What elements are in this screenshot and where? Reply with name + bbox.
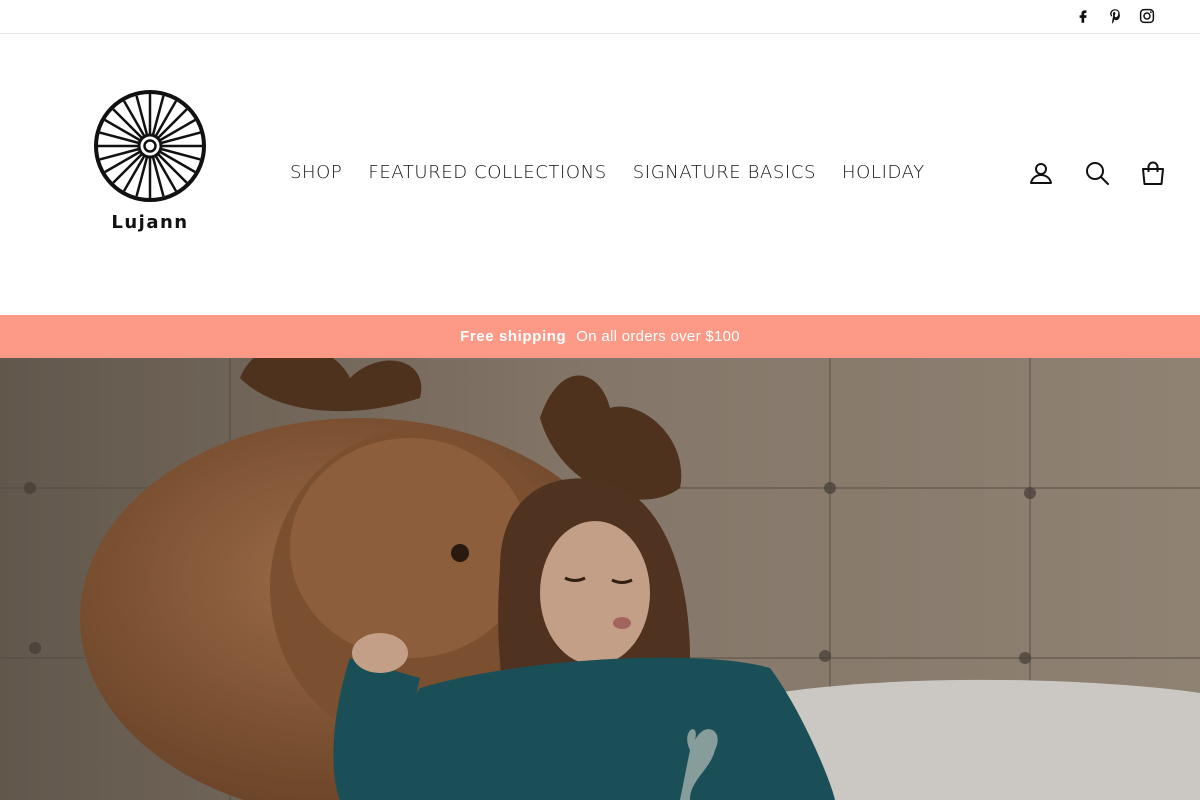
wheel-logo-icon xyxy=(94,90,206,202)
logo-spoke xyxy=(99,131,139,145)
social-bar xyxy=(0,0,1200,34)
site-header: Lujann SHOP FEATURED COLLECTIONS SIGNATU… xyxy=(0,34,1200,315)
announcement-title: Free shipping xyxy=(460,328,567,345)
search-icon[interactable] xyxy=(1084,160,1110,186)
nav-item-shop[interactable]: SHOP xyxy=(290,162,342,183)
nav-item-signature-basics[interactable]: SIGNATURE BASICS xyxy=(633,162,816,183)
cart-icon[interactable] xyxy=(1140,160,1166,186)
logo-spoke xyxy=(161,131,201,145)
hero-image[interactable] xyxy=(0,358,1200,800)
account-icon[interactable] xyxy=(1028,160,1054,186)
logo-spoke xyxy=(161,147,201,161)
logo-spoke xyxy=(135,95,149,135)
main-nav: SHOP FEATURED COLLECTIONS SIGNATURE BASI… xyxy=(290,162,925,183)
social-links xyxy=(1074,7,1156,25)
logo-spoke xyxy=(151,95,165,135)
hero-photo-illustration xyxy=(0,358,1200,800)
logo-spoke xyxy=(99,147,139,161)
pinterest-icon[interactable] xyxy=(1106,7,1124,25)
announcement-text: On all orders over $100 xyxy=(576,328,740,345)
brand-name: Lujann xyxy=(111,212,189,233)
facebook-icon[interactable] xyxy=(1074,7,1092,25)
announcement-bar[interactable]: Free shipping On all orders over $100 xyxy=(0,315,1200,358)
instagram-icon[interactable] xyxy=(1138,7,1156,25)
brand-logo[interactable]: Lujann xyxy=(93,89,207,233)
logo-spoke xyxy=(135,157,149,197)
header-icons xyxy=(1028,160,1166,186)
nav-item-holiday[interactable]: HOLIDAY xyxy=(842,162,925,183)
logo-spoke xyxy=(151,157,165,197)
nav-item-featured-collections[interactable]: FEATURED COLLECTIONS xyxy=(368,162,606,183)
